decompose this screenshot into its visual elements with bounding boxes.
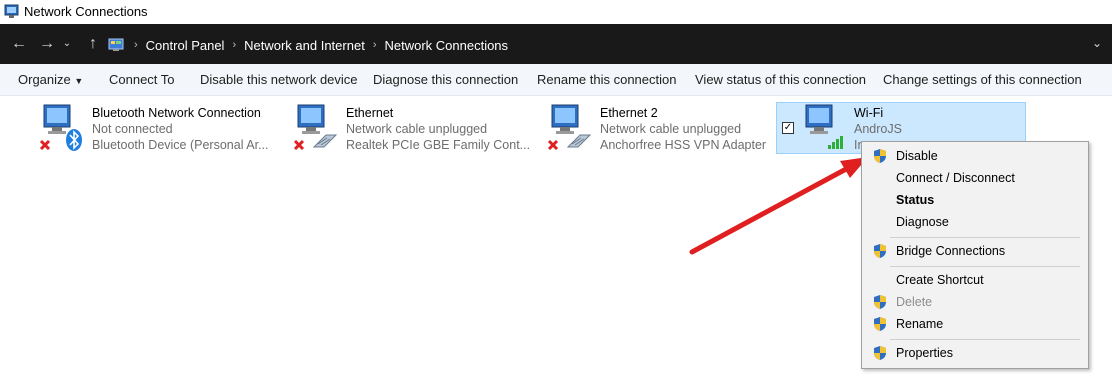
context-menu: Disable Connect / Disconnect Status Diag…	[861, 141, 1089, 369]
uac-shield-icon	[874, 244, 886, 258]
uac-shield-icon	[874, 295, 886, 309]
menu-separator	[890, 266, 1080, 267]
menu-item-connect-disconnect[interactable]: Connect / Disconnect	[862, 168, 1088, 188]
menu-item-label: Bridge Connections	[896, 244, 1006, 258]
menu-item-rename[interactable]: Rename	[862, 314, 1088, 334]
menu-item-label: Properties	[896, 346, 953, 360]
menu-item-label: Delete	[896, 295, 933, 309]
uac-shield-icon	[874, 346, 886, 360]
menu-item-label: Disable	[896, 149, 938, 163]
menu-separator	[890, 339, 1080, 340]
menu-item-label: Status	[896, 193, 935, 207]
menu-item-create-shortcut[interactable]: Create Shortcut	[862, 270, 1088, 290]
menu-item-status[interactable]: Status	[862, 190, 1088, 210]
menu-item-properties[interactable]: Properties	[862, 343, 1088, 363]
uac-shield-icon	[874, 317, 886, 331]
menu-item-label: Diagnose	[896, 215, 949, 229]
menu-separator	[890, 237, 1080, 238]
menu-item-disable[interactable]: Disable	[862, 146, 1088, 166]
menu-item-label: Create Shortcut	[896, 273, 984, 287]
menu-item-diagnose[interactable]: Diagnose	[862, 212, 1088, 232]
uac-shield-icon	[874, 149, 886, 163]
menu-item-label: Connect / Disconnect	[896, 171, 1015, 185]
menu-item-label: Rename	[896, 317, 944, 331]
menu-item-bridge-connections[interactable]: Bridge Connections	[862, 241, 1088, 261]
menu-item-delete: Delete	[862, 292, 1088, 312]
